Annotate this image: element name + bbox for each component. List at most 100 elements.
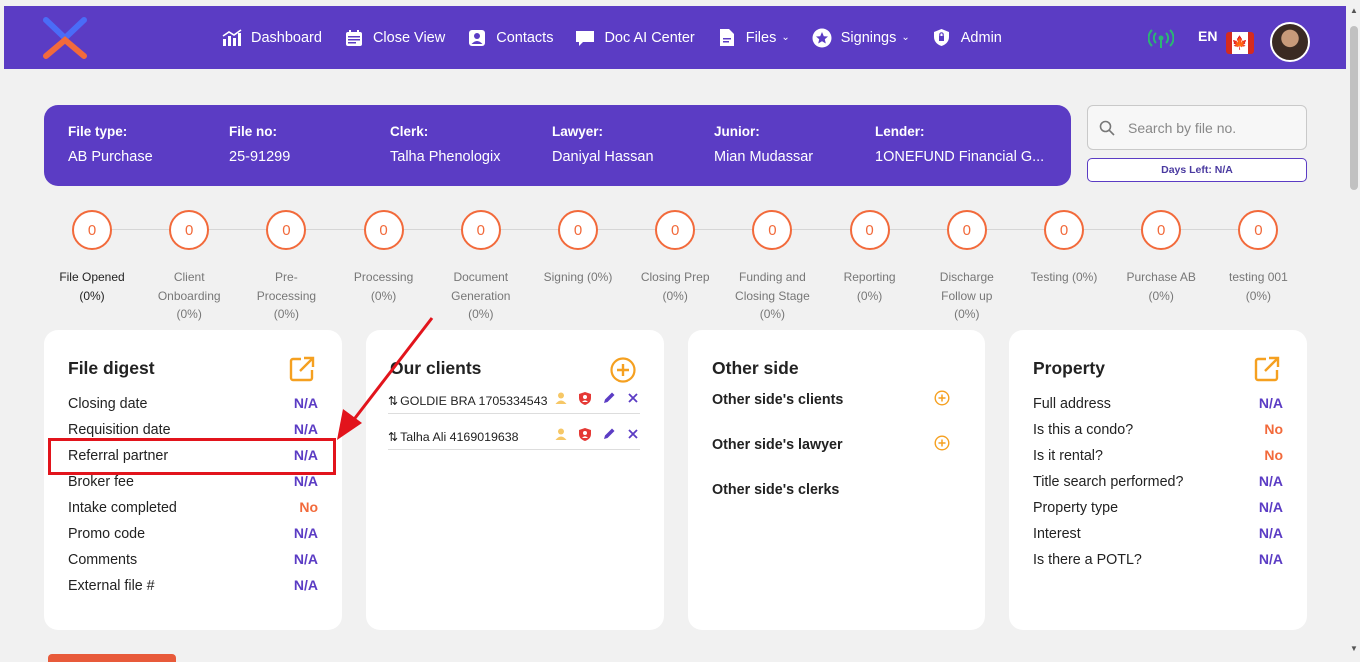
stage-count-circle[interactable]: 0 [169, 210, 210, 250]
stage-count-circle[interactable]: 0 [266, 210, 307, 250]
client-row[interactable]: ⇅ GOLDIE BRA 1705334543 [388, 388, 640, 414]
nav-dashboard[interactable]: Dashboard [222, 28, 322, 48]
file-digest-row-value: No [299, 499, 318, 515]
progress-stage[interactable]: 0 Purchase AB (0%) [1116, 210, 1206, 305]
user-avatar[interactable] [1270, 22, 1310, 62]
other-side-card: Other side Other side's clients Other si… [688, 330, 985, 630]
file-digest-row-label: Requisition date [68, 422, 171, 438]
annotation-highlight-box [48, 438, 336, 475]
file-digest-row-label: Promo code [68, 526, 146, 542]
stage-label-line: Processing [256, 288, 317, 303]
property-row-value: N/A [1258, 473, 1283, 489]
stage-count-circle[interactable]: 0 [72, 210, 112, 250]
stage-label-line: (0%) [370, 288, 397, 303]
security-shield-icon[interactable] [578, 391, 592, 405]
progress-stage[interactable]: 0 Discharge Follow up (0%) [922, 210, 1012, 324]
contact-icon [467, 28, 487, 48]
progress-stage[interactable]: 0 testing 001 (0%) [1213, 210, 1303, 305]
file-digest-row-value: N/A [293, 551, 318, 567]
progress-stage[interactable]: 0 Funding and Closing Stage (0%) [727, 210, 817, 324]
file-no-label: File no: [229, 124, 277, 139]
our-clients-title: Our clients [390, 358, 482, 378]
language-selector[interactable]: EN [1198, 28, 1217, 44]
nav-dashboard-label: Dashboard [251, 29, 322, 46]
security-shield-icon[interactable] [578, 427, 592, 441]
days-left-badge: Days Left: N/A [1087, 158, 1307, 182]
stage-count-circle[interactable]: 0 [655, 210, 696, 250]
stage-count-circle[interactable]: 0 [363, 210, 404, 250]
app-logo-icon[interactable] [42, 16, 88, 60]
lender-value: 1ONEFUND Financial G... [875, 149, 1045, 165]
progress-stage[interactable]: 0 Closing Prep (0%) [630, 210, 720, 305]
stage-count-circle[interactable]: 0 [460, 210, 501, 250]
nav-close-view[interactable]: Close View [344, 28, 445, 48]
progress-stage[interactable]: 0 Client Onboarding (0%) [144, 210, 234, 324]
stage-label-line: Follow up [941, 288, 993, 303]
property-row-value: N/A [1258, 551, 1283, 567]
file-digest-row-label: Closing date [68, 396, 148, 412]
file-search-box [1087, 105, 1307, 150]
client-actions [544, 427, 640, 441]
nav-admin[interactable]: Admin [932, 28, 1002, 48]
close-icon[interactable] [626, 391, 640, 405]
progress-stage[interactable]: 0 Signing (0%) [533, 210, 623, 287]
scrollbar-thumb[interactable] [1350, 26, 1358, 190]
search-input[interactable] [1128, 117, 1298, 139]
stage-count-circle[interactable]: 0 [1044, 210, 1084, 250]
user-id-icon[interactable] [554, 427, 568, 441]
file-type-label: File type: [68, 124, 128, 139]
close-icon[interactable] [626, 427, 640, 441]
property-row-label: Is there a POTL? [1033, 552, 1142, 568]
progress-stage[interactable]: 0 Testing (0%) [1019, 210, 1109, 287]
open-external-icon[interactable] [289, 356, 315, 382]
progress-stage[interactable]: 0 Reporting (0%) [825, 210, 915, 305]
swap-icon: ⇅ [388, 393, 399, 408]
progress-stage[interactable]: 0 Document Generation (0%) [436, 210, 526, 324]
chevron-down-icon: ⌄ [901, 32, 910, 43]
property-row-label: Title search performed? [1033, 474, 1184, 490]
stage-label-line: File Opened [59, 270, 125, 284]
canada-flag-icon[interactable]: 🍁 [1226, 32, 1254, 54]
edit-icon[interactable] [602, 391, 616, 405]
add-client-icon[interactable] [610, 357, 636, 383]
nav-contacts[interactable]: Contacts [467, 28, 553, 48]
stage-label-line: Purchase AB [1126, 270, 1196, 284]
stage-label-line: Document [453, 270, 509, 284]
user-id-icon[interactable] [554, 391, 568, 405]
stage-label-line: Testing (0%) [1030, 270, 1098, 284]
stage-label-line: Pre- [275, 270, 298, 284]
property-row-label: Is this a condo? [1033, 422, 1134, 438]
stage-count-circle[interactable]: 0 [849, 210, 890, 250]
open-external-icon[interactable] [1254, 356, 1280, 382]
main-nav: Dashboard Close View Contacts Doc AI Cen… [222, 6, 1024, 69]
stage-count-circle[interactable]: 0 [752, 210, 793, 250]
connection-status-icon[interactable] [1148, 26, 1174, 50]
file-icon [717, 28, 737, 48]
nav-contacts-label: Contacts [496, 29, 554, 46]
stage-label-line: Closing Prep [640, 270, 710, 284]
property-row-label: Is it rental? [1033, 448, 1103, 464]
stage-count-circle[interactable]: 0 [558, 210, 598, 250]
stage-label-line: (0%) [759, 307, 786, 321]
edit-icon[interactable] [602, 427, 616, 441]
client-row[interactable]: ⇅ Talha Ali 4169019638 [388, 424, 640, 450]
progress-stage[interactable]: 0 Processing (0%) [339, 210, 429, 305]
add-other-side-lawyer-icon[interactable] [934, 435, 950, 451]
add-other-side-client-icon[interactable] [934, 390, 950, 406]
star-icon [812, 28, 832, 48]
scroll-up-icon[interactable]: ▲ [1350, 6, 1358, 15]
stage-label: Funding and Closing Stage (0%) [727, 268, 817, 324]
nav-signings[interactable]: Signings ⌄ [812, 28, 910, 48]
stage-label-line: Closing Stage [735, 288, 810, 303]
nav-admin-label: Admin [960, 29, 1002, 46]
stage-count-circle[interactable]: 0 [1238, 210, 1279, 250]
calendar-icon [344, 28, 364, 48]
nav-doc-ai-center[interactable]: Doc AI Center [575, 28, 695, 48]
progress-stage[interactable]: 0 File Opened (0%) [47, 210, 137, 305]
scroll-down-icon[interactable]: ▼ [1350, 644, 1358, 653]
nav-files[interactable]: Files ⌄ [717, 28, 790, 48]
progress-stage[interactable]: 0 Pre- Processing (0%) [241, 210, 331, 324]
stage-label-line: (0%) [954, 307, 980, 321]
stage-count-circle[interactable]: 0 [946, 210, 987, 250]
stage-count-circle[interactable]: 0 [1141, 210, 1182, 250]
